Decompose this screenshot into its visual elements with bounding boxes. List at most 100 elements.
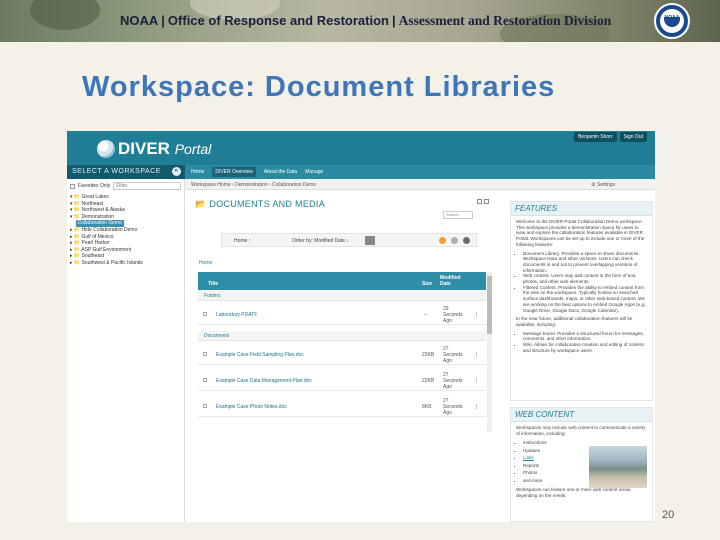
docs-table-header: Title Size Modified Date [198, 272, 486, 290]
portlet-controls [477, 199, 489, 204]
table-row[interactable]: Example Case Photo Notes.doc 8KB 27 Secon… [198, 395, 486, 417]
col-size[interactable]: Size [422, 281, 432, 287]
portal-logo-main: DIVER [118, 139, 170, 158]
row-title[interactable]: Laboratory PDATF [216, 312, 257, 318]
sign-out-button[interactable]: Sign Out [619, 132, 647, 142]
tree-item[interactable]: ▸ 📁 Southeast [70, 253, 181, 260]
favorites-filter: Favorites Only Filter [70, 182, 181, 190]
chevron-down-icon[interactable] [365, 236, 375, 245]
globe-icon [97, 140, 115, 158]
tree-item[interactable]: ▸ 📁 Hide Collaboration Demo [70, 227, 181, 234]
settings-link[interactable]: ⚙ Settings [591, 182, 615, 188]
user-button[interactable]: Benjamin Shorr [574, 132, 617, 142]
tree-item[interactable]: ▾ 📁 Northwest & Alaska [70, 207, 181, 214]
workspace-sidebar: Favorites Only Filter ▾ 📁 Great Lakes ▾ … [67, 179, 185, 522]
toolbar-home[interactable]: Home ↑ [234, 238, 251, 244]
selected-workspace[interactable]: Collaboration Demo [75, 220, 124, 227]
row-checkbox[interactable] [203, 352, 207, 356]
tree-item[interactable]: ▾ 📁 Northeast [70, 201, 181, 208]
feature-item: Filtered Content. Provides the ability t… [523, 285, 647, 314]
date-suffix: Ago [443, 410, 452, 416]
tree-item-selected[interactable]: Collaboration Demo [70, 220, 181, 227]
row-actions-icon[interactable]: ⋮ [474, 352, 479, 358]
section-documents: Documents [198, 331, 486, 341]
table-row[interactable]: Laboratory PDATF -- 29 Seconds Ago ⋮ [198, 303, 486, 325]
date-suffix: Ago [443, 358, 452, 364]
row-size: -- [424, 312, 428, 318]
portlet-title: 📂 DOCUMENTS AND MEDIA [195, 199, 326, 209]
list-view-icon[interactable] [463, 237, 470, 244]
row-actions-icon[interactable]: ⋮ [474, 404, 479, 410]
workspace-filter-input[interactable]: Filter [113, 182, 181, 190]
portal-logo-sub: Portal [174, 141, 212, 157]
table-row[interactable]: Example Case Data Management Plan.doc 22… [198, 369, 486, 391]
banner-org: NOAA [120, 13, 159, 28]
col-title[interactable]: Title [208, 281, 218, 287]
row-actions-icon[interactable]: ⋮ [474, 312, 479, 318]
descriptive-view-icon[interactable] [451, 237, 458, 244]
tree-item[interactable]: ▸ 📁 Southwest & Pacific Islands [70, 260, 181, 267]
features-list: Document Library. Provides a space to sh… [523, 251, 647, 314]
docs-toolbar: Home ↑ Order by: Modified Date ↓ [221, 233, 477, 247]
settings-label: Settings [596, 182, 615, 188]
tree-item[interactable]: ▾ 📁 Demonstration [70, 214, 181, 221]
scrollbar-thumb[interactable] [487, 276, 492, 334]
tree-item[interactable]: ▸ 📁 Pearl Harbor [70, 240, 181, 247]
view-toggle-icons [439, 237, 470, 244]
row-title[interactable]: Example Case Field Sampling Plan.doc [216, 352, 304, 358]
nav-diver-overview[interactable]: DIVER Overview [212, 167, 256, 177]
docs-search-input[interactable]: Search [443, 211, 473, 219]
feature-item: Wiki. Allows for collaborative creation … [523, 342, 647, 353]
portal-logo[interactable]: DIVER Portal [97, 139, 211, 159]
portal-header: DIVER Portal Benjamin Shorr Sign Out [67, 131, 655, 165]
minimize-icon[interactable] [477, 199, 482, 204]
tree-item[interactable]: ▸ 📁 Gulf of Mexico [70, 234, 181, 241]
maximize-icon[interactable] [484, 199, 489, 204]
noaa-logo-text: NOAA [664, 15, 680, 21]
row-checkbox[interactable] [203, 378, 207, 382]
breadcrumb: Workspace Home › Demonstration › Collabo… [185, 179, 655, 190]
table-row[interactable]: Example Case Field Sampling Plan.doc 22K… [198, 343, 486, 365]
row-title[interactable]: Example Case Data Management Plan.doc [216, 378, 312, 384]
icon-view-icon[interactable] [439, 237, 446, 244]
web-content-portlet: WEB CONTENT Workspaces may include web c… [510, 407, 653, 522]
feature-item: Message board. Provides a structured for… [523, 331, 647, 342]
row-size: 22KB [422, 352, 435, 358]
date-suffix: Ago [443, 384, 452, 390]
nav-manage[interactable]: Manage [305, 169, 323, 175]
features-intro: Welcome to the DIVER Portal Collaboratio… [516, 219, 645, 247]
nav-about-data[interactable]: About the Data [264, 169, 297, 175]
docs-home-link[interactable]: Home [199, 260, 212, 266]
web-content-outro: Workspaces can feature one or more web c… [516, 487, 632, 499]
order-by-select[interactable]: Order by: Modified Date ↓ [292, 238, 349, 244]
noaa-logo-icon: NOAA [654, 3, 690, 39]
docs-scrollbar[interactable] [487, 272, 492, 432]
col-modified-date[interactable]: Modified Date [440, 275, 470, 287]
collapse-sidebar-icon[interactable]: « [172, 167, 181, 176]
breadcrumb-text[interactable]: Workspace Home › Demonstration › Collabo… [191, 182, 316, 188]
slide-title: Workspace: Document Libraries [82, 71, 556, 103]
ocean-wave-photo [589, 446, 647, 488]
feature-item: Web content. Users may add content in th… [523, 273, 647, 284]
feature-item: Document Library. Provides a space to sh… [523, 251, 647, 274]
tree-item[interactable]: ▾ 📁 Great Lakes [70, 194, 181, 201]
row-checkbox[interactable] [203, 312, 207, 316]
nav-home[interactable]: Home [191, 169, 204, 175]
row-date: 29 Seconds Ago [443, 306, 462, 324]
banner-division: Assessment and Restoration Division [398, 13, 612, 28]
workspace-tree: ▾ 📁 Great Lakes ▾ 📁 Northeast ▾ 📁 Northw… [70, 194, 181, 267]
banner-title: NOAA | Office of Response and Restoration |… [120, 13, 612, 28]
row-actions-icon[interactable]: ⋮ [474, 378, 479, 384]
banner-office: Office of Response and Restoration [167, 13, 389, 28]
workspace-selector-label: SELECT A WORKSPACE [72, 168, 161, 175]
row-title[interactable]: Example Case Photo Notes.doc [216, 404, 287, 410]
web-content-intro: Workspaces may include web content to co… [516, 425, 646, 436]
documents-title: DOCUMENTS AND MEDIA [209, 199, 326, 209]
row-size: 8KB [422, 404, 432, 410]
row-checkbox[interactable] [203, 404, 207, 408]
features-portlet: FEATURES Welcome to the DIVER Portal Col… [510, 201, 653, 401]
tree-item[interactable]: ▸ 📁 ASP Gulf Environment [70, 247, 181, 254]
row-date: 27 Seconds Ago [443, 372, 462, 390]
features-future-list: Message board. Provides a structured for… [523, 331, 647, 354]
favorites-checkbox[interactable] [70, 183, 75, 189]
